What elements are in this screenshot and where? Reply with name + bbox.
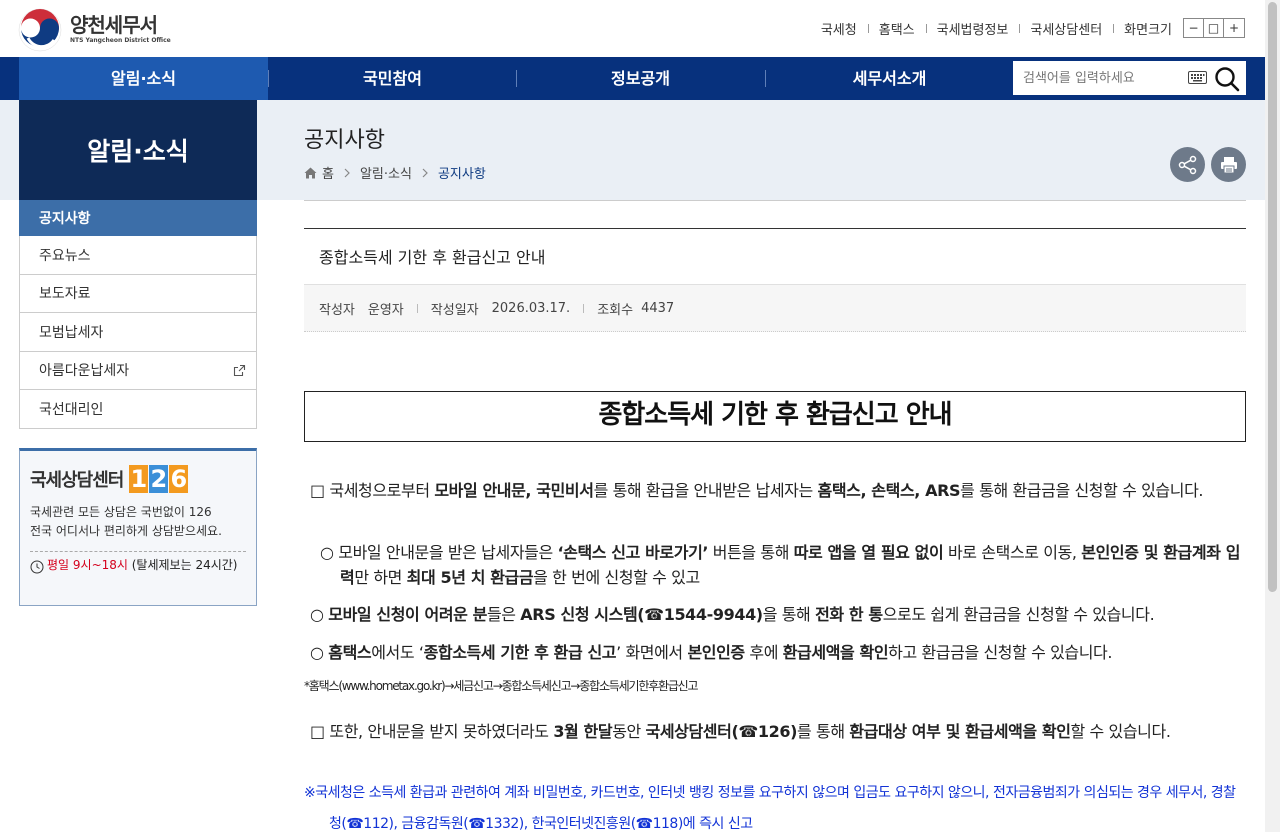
utility-menu: 국세청 홈택스 국세법령정보 국세상담센터 화면크기 − □ + <box>810 18 1245 38</box>
lnb-item-notice[interactable]: 공지사항 <box>19 200 257 236</box>
divider <box>304 200 1246 201</box>
consult-digit: 2 <box>149 465 169 493</box>
header: 양천세무서 NTS Yangcheon District Office 국세청 … <box>0 0 1265 57</box>
lnb-menu: 공지사항 주요뉴스 보도자료 모범납세자 아름다운납세자 국선대리인 <box>19 200 257 429</box>
body-paragraph-4: ○ 홈택스에서도 ‘종합소득세 기한 후 환급 신고’ 화면에서 본인인증 후에… <box>310 643 1113 662</box>
author-label: 작성자 <box>319 302 355 318</box>
gnb-item-participation[interactable]: 국민참여 <box>268 57 517 100</box>
lnb-item-label: 국선대리인 <box>39 401 104 418</box>
body-paragraph-5: □ 또한, 안내문을 받지 못하였더라도 3월 한달동안 국세상담센터(☎126… <box>310 722 1171 741</box>
gnb-item-office-intro[interactable]: 세무서소개 <box>765 57 1014 100</box>
hometax-path-note: *홈택스(www.hometax.go.kr)→세금신고→종합소득세신고→종합소… <box>304 679 699 693</box>
lnb-item-model-taxpayer[interactable]: 모범납세자 <box>19 313 257 352</box>
home-icon <box>304 167 317 178</box>
external-link-icon <box>233 364 246 376</box>
consult-digit: 6 <box>169 465 189 493</box>
date-value: 2026.03.17. <box>491 300 571 316</box>
share-button[interactable] <box>1170 147 1205 182</box>
util-link-nts[interactable]: 국세청 <box>810 19 868 38</box>
consult-desc-line: 국세관련 모든 상담은 국번없이 126 <box>30 505 212 519</box>
print-icon <box>1220 156 1237 173</box>
lnb-item-label: 주요뉴스 <box>39 247 91 264</box>
views-value: 4437 <box>641 300 675 316</box>
font-reset-button[interactable]: □ <box>1204 19 1224 37</box>
lnb-item-label: 공지사항 <box>39 210 91 227</box>
breadcrumb-news[interactable]: 알림·소식 <box>360 163 412 182</box>
util-label-screen-size: 화면크기 <box>1113 19 1183 38</box>
breadcrumb-home-label: 홈 <box>322 167 334 182</box>
search-input[interactable] <box>1023 70 1193 86</box>
consult-desc-line: 전국 어디서나 편리하게 상담받으세요. <box>30 524 222 538</box>
author-value: 운영자 <box>367 302 404 318</box>
consult-center-box[interactable]: 국세상담센터 1 2 6 국세관련 모든 상담은 국번없이 126 전국 어디서… <box>19 448 257 606</box>
consult-description: 국세관련 모든 상담은 국번없이 126 전국 어디서나 편리하게 상담받으세요… <box>30 503 246 541</box>
document-title: 종합소득세 기한 후 환급신고 안내 <box>304 391 1246 442</box>
lnb-item-label: 아름다운납세자 <box>39 363 130 380</box>
consult-hours-note: (탈세제보는 24시간) <box>127 558 238 572</box>
views-label: 조회수 <box>597 302 634 318</box>
lnb-item-label: 보도자료 <box>39 286 91 303</box>
chevron-right-icon <box>344 168 350 177</box>
clock-icon <box>30 560 44 574</box>
body-paragraph-2: ○ 모바일 안내문을 받은 납세자들은 ‘손택스 신고 바로가기’ 버튼을 통해… <box>320 543 1241 587</box>
body-paragraph-3: ○ 모바일 신청이 어려운 분들은 ARS 신청 시스템(☎1544-9944)… <box>310 605 1155 624</box>
consult-hours: 평일 9시~18시 (탈세제보는 24시간) <box>30 559 246 574</box>
consult-title: 국세상담센터 <box>30 470 124 491</box>
search-icon[interactable] <box>1214 66 1240 92</box>
logo-title: 양천세무서 <box>70 13 158 37</box>
main-nav: 알림·소식 국민참여 정보공개 세무서소개 <box>0 57 1265 100</box>
breadcrumb-home[interactable]: 홈 <box>304 163 334 182</box>
taegeuk-emblem-icon <box>18 8 62 52</box>
consult-hours-weekday: 평일 9시~18시 <box>47 558 128 572</box>
scrollbar[interactable] <box>1265 0 1280 832</box>
post-header: 종합소득세 기한 후 환급신고 안내 <box>304 228 1246 284</box>
date-label: 작성일자 <box>430 302 479 318</box>
lnb-item-press[interactable]: 보도자료 <box>19 274 257 313</box>
logo-subtitle: NTS Yangcheon District Office <box>70 37 171 44</box>
post-title: 종합소득세 기한 후 환급신고 안내 <box>319 248 546 267</box>
util-link-hometax[interactable]: 홈택스 <box>867 19 926 38</box>
consult-digit: 1 <box>129 465 149 493</box>
util-link-tax-law[interactable]: 국세법령정보 <box>925 19 1020 38</box>
lnb-item-public-agent[interactable]: 국선대리인 <box>19 390 257 429</box>
print-button[interactable] <box>1211 147 1246 182</box>
breadcrumb: 홈 알림·소식 공지사항 <box>304 163 486 182</box>
post-meta: 작성자 운영자 작성일자 2026.03.17. 조회수 4437 <box>304 284 1246 332</box>
logo-text: 양천세무서 NTS Yangcheon District Office <box>70 14 171 46</box>
keyboard-icon[interactable] <box>1188 71 1207 84</box>
share-icon <box>1178 155 1196 174</box>
gnb-item-news[interactable]: 알림·소식 <box>19 57 268 100</box>
breadcrumb-current[interactable]: 공지사항 <box>438 163 486 182</box>
warning-note: ※국세청은 소득세 환급과 관련하여 계좌 비밀번호, 카드번호, 인터넷 뱅킹… <box>304 785 1236 832</box>
consult-number: 1 2 6 <box>129 465 189 493</box>
page-title: 공지사항 <box>304 128 385 153</box>
lnb-item-label: 모범납세자 <box>39 324 104 341</box>
meta-divider <box>416 303 418 313</box>
meta-divider <box>583 303 585 313</box>
font-increase-button[interactable]: + <box>1224 19 1244 37</box>
divider <box>30 551 246 552</box>
lnb-title: 알림·소식 <box>19 100 257 200</box>
search-box <box>1013 61 1246 95</box>
scrollbar-thumb[interactable] <box>1268 2 1277 592</box>
util-link-consult-center[interactable]: 국세상담센터 <box>1019 19 1113 38</box>
consult-header: 국세상담센터 1 2 6 <box>30 465 246 493</box>
site-logo[interactable]: 양천세무서 NTS Yangcheon District Office <box>18 8 178 52</box>
gnb-item-disclosure[interactable]: 정보공개 <box>516 57 765 100</box>
font-decrease-button[interactable]: − <box>1184 19 1204 37</box>
chevron-right-icon <box>422 168 428 177</box>
lnb-item-beautiful-taxpayer[interactable]: 아름다운납세자 <box>19 351 257 390</box>
body-paragraph-1: □ 국세청으로부터 모바일 안내문, 국민비서를 통해 환급을 안내받은 납세자… <box>310 481 1204 500</box>
font-size-controls: − □ + <box>1183 18 1245 38</box>
lnb-item-main-news[interactable]: 주요뉴스 <box>19 236 257 275</box>
